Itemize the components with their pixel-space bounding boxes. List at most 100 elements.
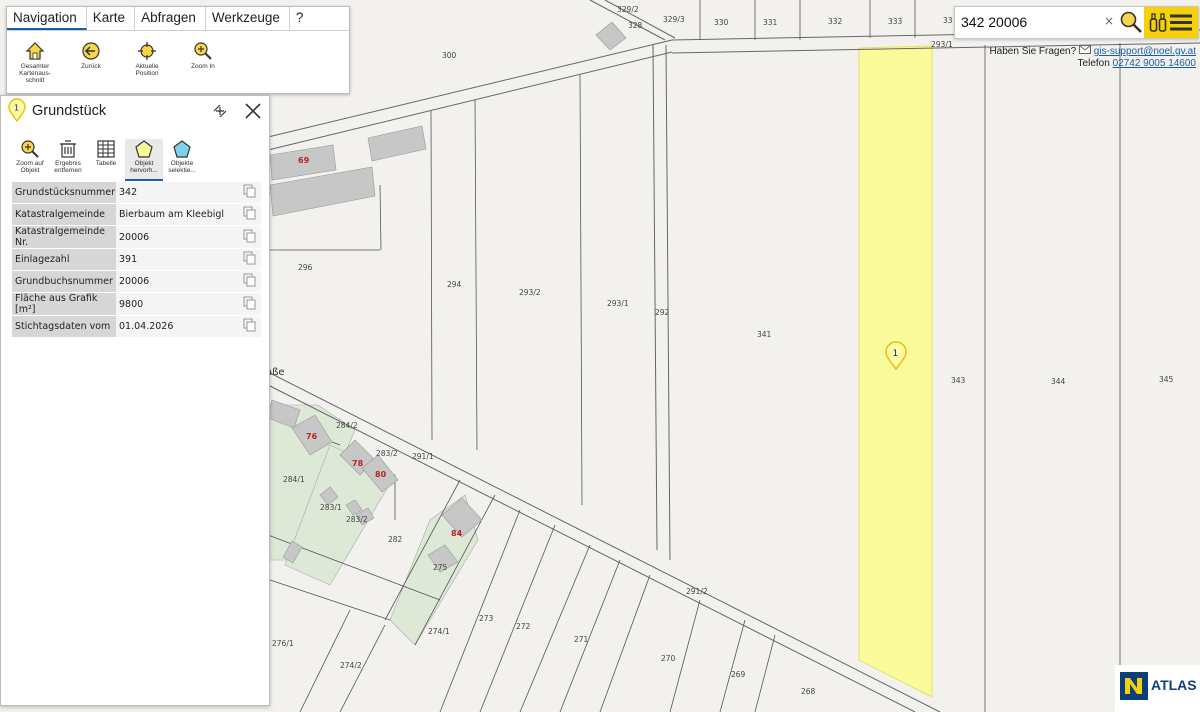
close-icon[interactable] (243, 101, 263, 121)
minimize-icon[interactable] (211, 102, 229, 120)
crosshair-icon (138, 42, 156, 60)
back-label: Zurück (81, 63, 101, 70)
menu-tabs: Navigation Karte Abfragen Werkzeuge ? (7, 7, 349, 31)
copy-button[interactable] (237, 204, 261, 225)
current-position-label: Aktuelle Position (135, 63, 159, 77)
copy-button[interactable] (237, 316, 261, 337)
panel-header: 1 Grundstück (1, 96, 269, 128)
svg-text:341: 341 (757, 330, 772, 339)
svg-text:329/3: 329/3 (663, 15, 685, 24)
select-objects-button[interactable]: Objekte selektie... (163, 139, 201, 179)
svg-text:291/2: 291/2 (686, 587, 708, 596)
phone-link[interactable]: 02742 9005 14600 (1113, 58, 1196, 69)
remove-result-label: Ergebnis entfernen (54, 160, 82, 174)
svg-text:328: 328 (628, 21, 643, 30)
atlas-logo[interactable]: ATLAS (1115, 665, 1200, 712)
menu-button[interactable] (1144, 7, 1198, 38)
tab-help[interactable]: ? (290, 7, 313, 30)
attribute-key: Katastralgemeinde (12, 204, 116, 225)
svg-text:274/2: 274/2 (340, 661, 362, 670)
trash-icon (60, 140, 76, 158)
support-email-link[interactable]: gis-support@noel.gv.at (1094, 46, 1196, 57)
attribute-value: 01.04.2026 (116, 316, 237, 337)
table-row: Stichtagsdaten vom 01.04.2026 (12, 316, 261, 337)
copy-button[interactable] (237, 249, 261, 270)
svg-text:80: 80 (375, 470, 387, 479)
zoom-to-object-button[interactable]: Zoom auf Objekt (11, 139, 49, 179)
mail-icon (1078, 45, 1091, 54)
tab-navigation[interactable]: Navigation (7, 7, 87, 30)
svg-text:294: 294 (447, 280, 462, 289)
current-position-button[interactable]: Aktuelle Position (119, 41, 175, 84)
copy-button[interactable] (237, 293, 261, 315)
svg-text:330: 330 (714, 18, 729, 27)
svg-text:283/2: 283/2 (346, 515, 368, 524)
navigation-menu: Navigation Karte Abfragen Werkzeuge ? Ge… (6, 6, 350, 94)
tab-werkzeuge[interactable]: Werkzeuge (206, 7, 290, 30)
attribute-key: Katastralgemeinde Nr. (12, 226, 116, 248)
svg-text:33: 33 (943, 16, 953, 25)
copy-button[interactable] (237, 182, 261, 203)
svg-text:275: 275 (433, 563, 448, 572)
highlight-object-icon (135, 140, 153, 158)
binoculars-icon (1149, 13, 1167, 32)
parcel-info-panel: 1 Grundstück Zoom auf Objekt Ergebnis en… (0, 95, 270, 706)
svg-text:332: 332 (828, 17, 843, 26)
parcel-attribute-table: Grundstücksnummer 342 Katastralgemeinde … (12, 181, 261, 338)
copy-icon (243, 296, 255, 309)
navigation-tools: Gesamter Kartenaus- schnitt Zurück Aktue… (7, 31, 349, 84)
table-row: Katastralgemeinde Nr. 20006 (12, 226, 261, 248)
table-button[interactable]: Tabelle (87, 139, 125, 179)
copy-icon (243, 251, 255, 265)
copy-icon (243, 318, 255, 332)
help-info: Haben Sie Fragen? gis-support@noel.gv.at… (989, 45, 1196, 70)
svg-text:293/1: 293/1 (607, 299, 629, 308)
svg-text:344: 344 (1051, 377, 1066, 386)
zoom-in-button[interactable]: Zoom In (175, 41, 231, 84)
attribute-key: Stichtagsdaten vom (12, 316, 116, 337)
clear-search-button[interactable]: × (1104, 14, 1114, 28)
phone-label: Telefon (1077, 58, 1110, 69)
copy-icon (243, 273, 255, 287)
panel-title: Grundstück (32, 103, 107, 119)
attribute-key: Grundbuchsnummer (12, 271, 116, 292)
panel-toolbar: Zoom auf Objekt Ergebnis entfernen Tabel… (11, 139, 201, 181)
back-button[interactable]: Zurück (63, 41, 119, 84)
highlight-object-button[interactable]: Objekt hervorh... (125, 139, 163, 181)
select-objects-label: Objekte selektie... (168, 160, 196, 174)
svg-text:300: 300 (442, 51, 457, 60)
search-box: × (954, 6, 1199, 39)
copy-button[interactable] (237, 226, 261, 248)
noe-logo-icon (1120, 672, 1148, 700)
copy-button[interactable] (237, 271, 261, 292)
svg-text:272: 272 (516, 622, 531, 631)
select-objects-icon (173, 140, 191, 158)
full-extent-label: Gesamter Kartenaus- schnitt (19, 63, 51, 84)
table-row: Grundbuchsnummer 20006 (12, 271, 261, 292)
search-icon[interactable] (1119, 10, 1143, 34)
zoom-in-label: Zoom In (191, 63, 215, 70)
remove-result-button[interactable]: Ergebnis entfernen (49, 139, 87, 179)
search-input[interactable] (961, 12, 1101, 32)
svg-text:284/2: 284/2 (336, 421, 358, 430)
attribute-value: 391 (116, 249, 237, 270)
panel-marker-number: 1 (14, 104, 19, 113)
svg-text:270: 270 (661, 654, 676, 663)
copy-icon (243, 206, 255, 220)
tab-abfragen[interactable]: Abfragen (135, 7, 206, 30)
table-row: Katastralgemeinde Bierbaum am Kleebigl (12, 204, 261, 225)
svg-text:274/1: 274/1 (428, 627, 450, 636)
svg-text:84: 84 (451, 529, 463, 538)
hamburger-menu-icon (1170, 14, 1192, 31)
table-row: Einlagezahl 391 (12, 249, 261, 270)
tab-karte[interactable]: Karte (87, 7, 136, 30)
svg-text:268: 268 (801, 687, 816, 696)
svg-text:282: 282 (388, 535, 403, 544)
svg-text:293/2: 293/2 (519, 288, 541, 297)
attribute-value: Bierbaum am Kleebigl (116, 204, 237, 225)
zoom-in-icon (194, 42, 212, 60)
full-extent-button[interactable]: Gesamter Kartenaus- schnitt (7, 41, 63, 84)
back-arrow-icon (82, 42, 100, 60)
table-row: Grundstücksnummer 342 (12, 182, 261, 203)
zoom-to-object-icon (21, 140, 39, 158)
